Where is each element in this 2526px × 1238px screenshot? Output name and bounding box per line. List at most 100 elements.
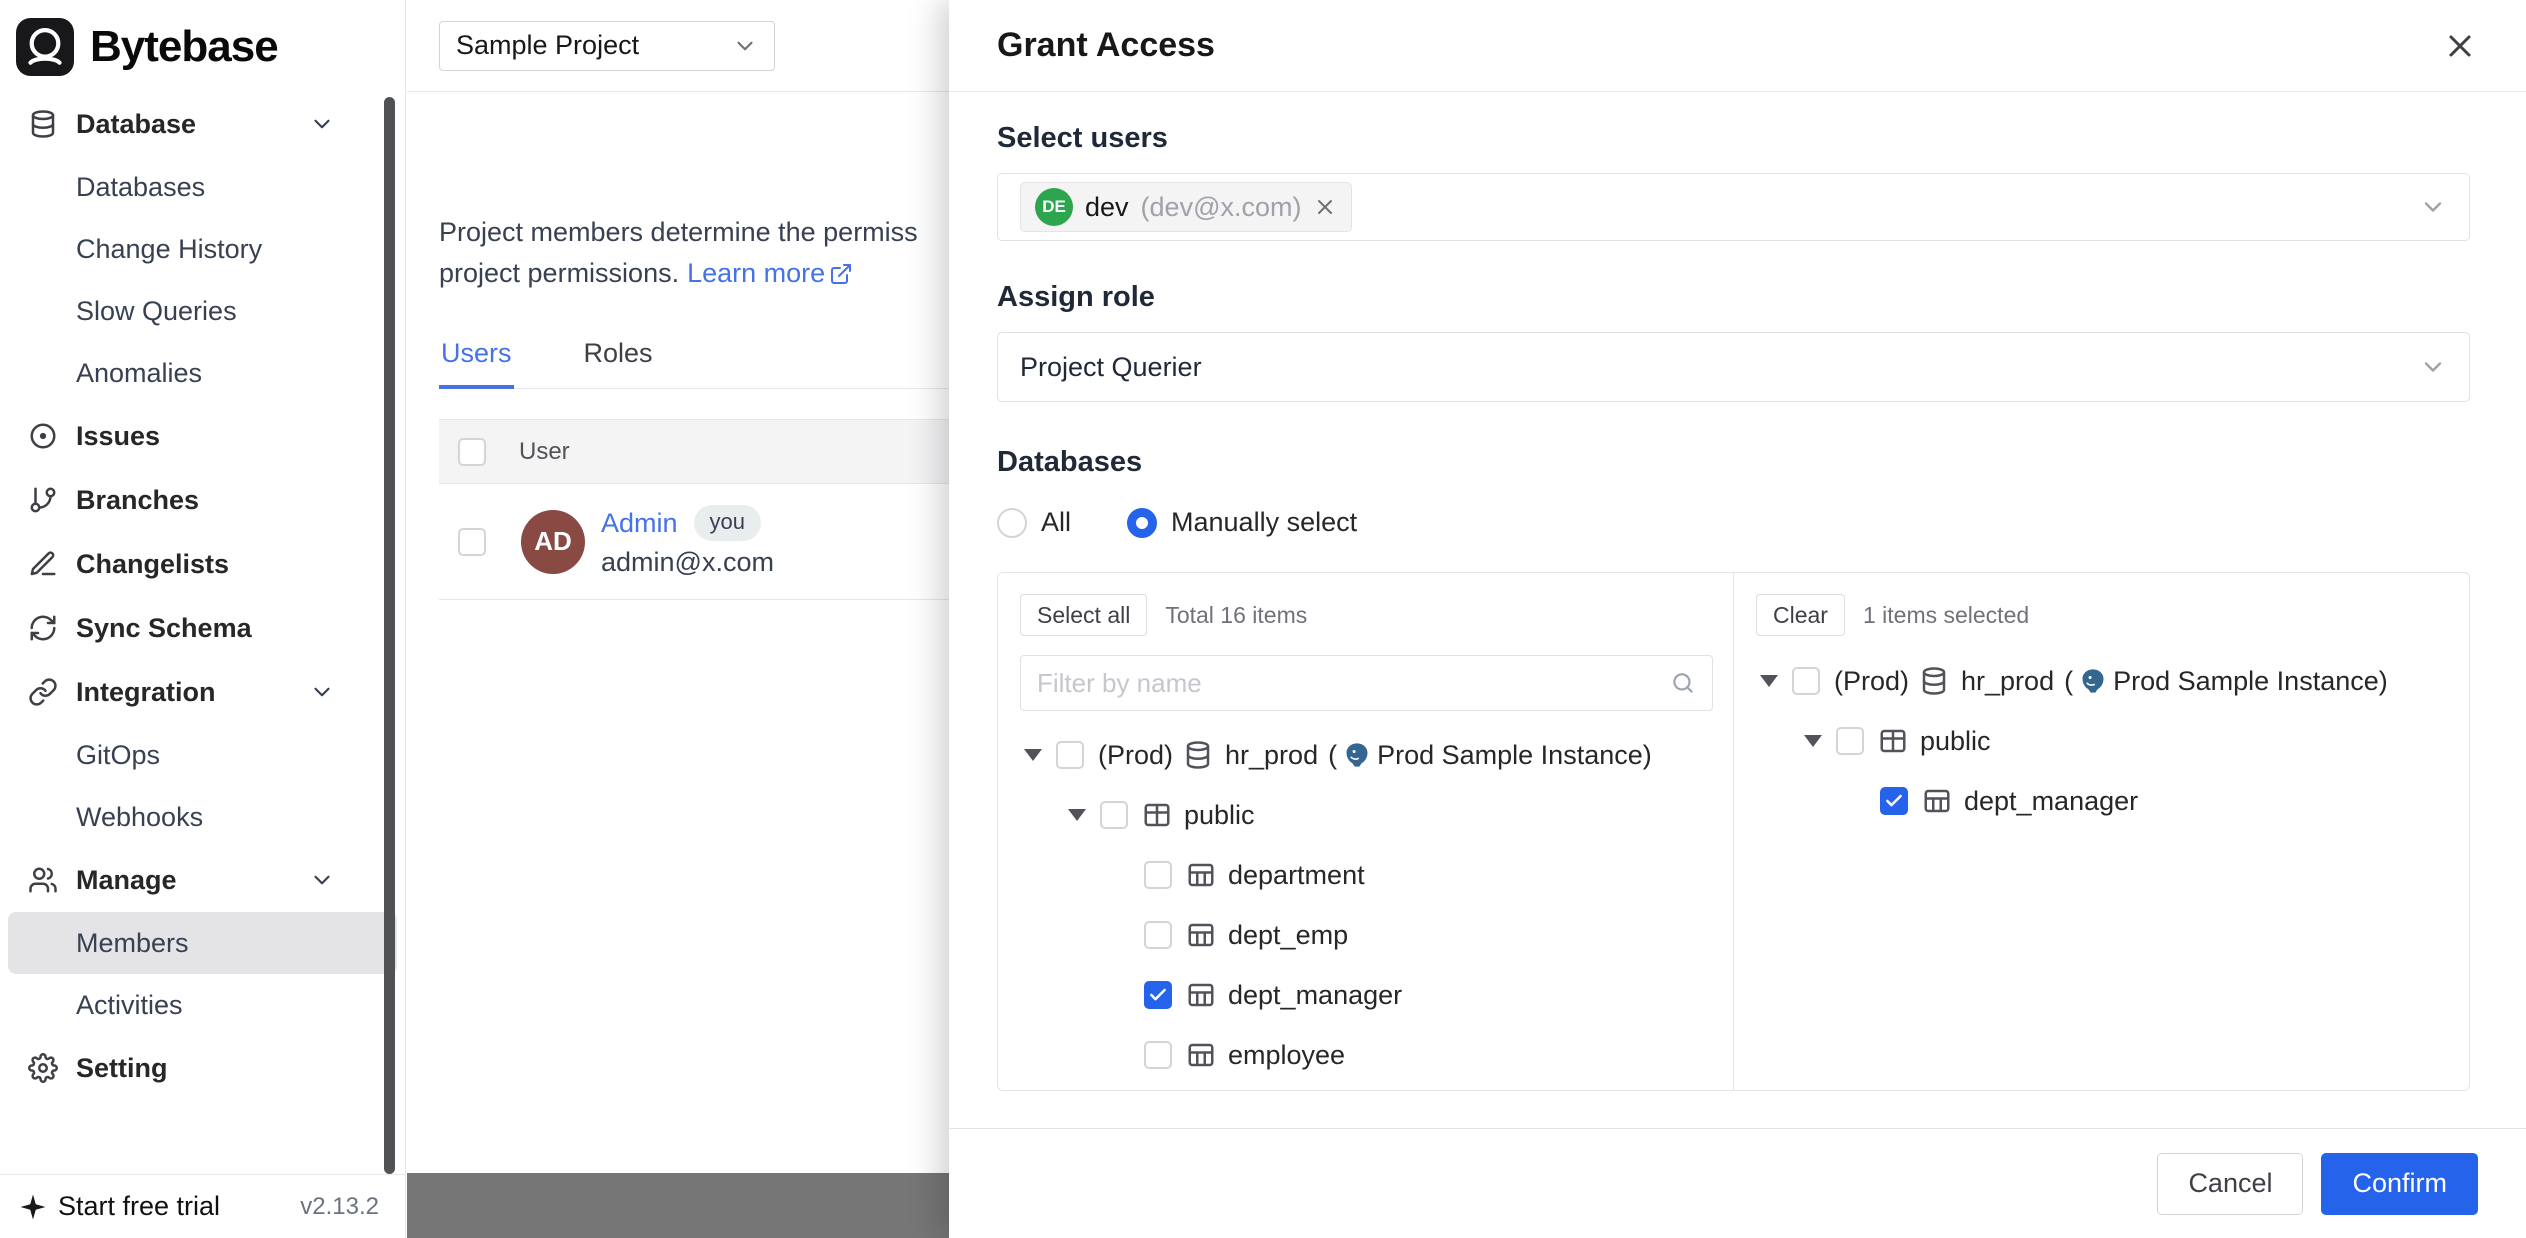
start-free-trial-button[interactable]: Start free trial	[18, 1191, 220, 1222]
sidebar-item-sync-schema[interactable]: Sync Schema	[8, 596, 397, 660]
sidebar-item-anomalies[interactable]: Anomalies	[8, 342, 397, 404]
checkbox[interactable]	[1144, 981, 1172, 1009]
table-name: department	[1228, 860, 1365, 891]
caret-down-icon[interactable]	[1020, 749, 1046, 761]
tree-row-table[interactable]: employee	[1020, 1025, 1733, 1085]
checkbox[interactable]	[1100, 801, 1128, 829]
sidebar-scrollbar[interactable]	[384, 97, 395, 1174]
sidebar-item-database[interactable]: Database	[8, 92, 397, 156]
table-icon	[1922, 786, 1952, 816]
tree-row-schema[interactable]: public	[1756, 711, 2469, 771]
tree-row-table[interactable]: dept_manager	[1020, 965, 1733, 1025]
sidebar-item-label: Change History	[76, 234, 262, 265]
project-selector[interactable]: Sample Project	[439, 21, 775, 71]
environment-label: (Prod)	[1098, 740, 1173, 771]
sidebar-item-webhooks[interactable]: Webhooks	[8, 786, 397, 848]
radio-all[interactable]: All	[997, 507, 1071, 538]
sidebar-item-issues[interactable]: Issues	[8, 404, 397, 468]
checkbox[interactable]	[1144, 1041, 1172, 1069]
trial-label: Start free trial	[58, 1191, 220, 1222]
source-tree: (Prod) hr_prod ( Prod Sample Instance)	[1020, 725, 1733, 1085]
checkbox[interactable]	[1792, 667, 1820, 695]
radio-dot	[997, 508, 1027, 538]
chevron-down-icon	[309, 867, 335, 893]
sidebar-item-branches[interactable]: Branches	[8, 468, 397, 532]
drawer-body: Select users DE dev (dev@x.com) Assign r…	[949, 92, 2526, 1128]
sidebar-item-setting[interactable]: Setting	[8, 1036, 397, 1100]
app-logo-text: Bytebase	[90, 22, 278, 72]
clear-button[interactable]: Clear	[1756, 594, 1845, 636]
tab-roles[interactable]: Roles	[582, 338, 655, 389]
sidebar-item-manage[interactable]: Manage	[8, 848, 397, 912]
chevron-down-icon	[309, 679, 335, 705]
sidebar-item-activities[interactable]: Activities	[8, 974, 397, 1036]
sidebar-item-gitops[interactable]: GitOps	[8, 724, 397, 786]
caret-down-icon[interactable]	[1064, 809, 1090, 821]
role-select[interactable]: Project Querier	[997, 332, 2470, 402]
checkbox[interactable]	[1880, 787, 1908, 815]
sidebar-item-label: Issues	[76, 421, 160, 452]
remove-user-icon[interactable]	[1313, 195, 1337, 219]
filter-input[interactable]	[1037, 668, 1670, 699]
tree-row-table[interactable]: dept_manager	[1756, 771, 2469, 831]
radio-manually-select[interactable]: Manually select	[1127, 507, 1357, 538]
caret-down-icon[interactable]	[1756, 675, 1782, 687]
table-name: employee	[1228, 1040, 1345, 1071]
caret-down-icon[interactable]	[1800, 735, 1826, 747]
selected-tree: (Prod) hr_prod ( Prod Sample Instance)	[1756, 651, 2469, 831]
checkbox[interactable]	[1056, 741, 1084, 769]
users-select[interactable]: DE dev (dev@x.com)	[997, 173, 2470, 241]
sidebar-item-label: GitOps	[76, 740, 160, 771]
select-all-checkbox[interactable]	[458, 438, 486, 466]
checkbox[interactable]	[1144, 921, 1172, 949]
row-checkbox[interactable]	[458, 528, 486, 556]
table-icon	[1186, 1040, 1216, 1070]
drawer-title: Grant Access	[997, 26, 1215, 65]
tree-row-table[interactable]: dept_emp	[1020, 905, 1733, 965]
database-name: hr_prod	[1225, 740, 1318, 771]
sidebar-item-databases[interactable]: Databases	[8, 156, 397, 218]
schema-icon	[1142, 800, 1172, 830]
member-email: admin@x.com	[601, 547, 774, 578]
checkbox[interactable]	[1836, 727, 1864, 755]
member-name-link[interactable]: Admin	[601, 508, 678, 539]
database-name: hr_prod	[1961, 666, 2054, 697]
sidebar-item-members[interactable]: Members	[8, 912, 397, 974]
sidebar-item-label: Database	[76, 109, 196, 140]
sidebar-item-changelists[interactable]: Changelists	[8, 532, 397, 596]
instance-label: ( Prod Sample Instance)	[1328, 740, 1652, 771]
learn-more-link[interactable]: Learn more	[687, 253, 853, 294]
member-identity: Admin you admin@x.com	[601, 505, 774, 578]
sidebar: Bytebase Database Databases Change Histo…	[0, 0, 406, 1238]
close-icon[interactable]	[2442, 28, 2478, 64]
tree-row-database[interactable]: (Prod) hr_prod ( Prod Sample Instance)	[1756, 651, 2469, 711]
learn-more-label: Learn more	[687, 253, 825, 294]
select-users-label: Select users	[997, 122, 2470, 155]
cancel-button[interactable]: Cancel	[2157, 1153, 2303, 1215]
sidebar-item-label: Sync Schema	[76, 613, 252, 644]
table-name: dept_manager	[1228, 980, 1402, 1011]
schema-name: public	[1920, 726, 1991, 757]
tree-row-database[interactable]: (Prod) hr_prod ( Prod Sample Instance)	[1020, 725, 1733, 785]
grant-access-drawer: Grant Access Select users DE dev (dev@x.…	[949, 0, 2526, 1238]
sidebar-item-integration[interactable]: Integration	[8, 660, 397, 724]
sidebar-item-label: Databases	[76, 172, 205, 203]
app-logo[interactable]: Bytebase	[0, 0, 405, 88]
chevron-down-icon	[309, 111, 335, 137]
tab-users[interactable]: Users	[439, 338, 514, 389]
integration-icon	[28, 677, 58, 707]
you-badge: you	[694, 505, 761, 541]
external-link-icon	[829, 262, 853, 286]
sidebar-footer: Start free trial v2.13.2	[0, 1174, 405, 1238]
sidebar-item-label: Setting	[76, 1053, 168, 1084]
sidebar-item-change-history[interactable]: Change History	[8, 218, 397, 280]
sidebar-item-label: Slow Queries	[76, 296, 237, 327]
checkbox[interactable]	[1144, 861, 1172, 889]
description-line2: project permissions.	[439, 258, 679, 288]
sidebar-item-slow-queries[interactable]: Slow Queries	[8, 280, 397, 342]
select-all-button[interactable]: Select all	[1020, 594, 1147, 636]
tree-row-table[interactable]: department	[1020, 845, 1733, 905]
tree-row-schema[interactable]: public	[1020, 785, 1733, 845]
manage-users-icon	[28, 865, 58, 895]
confirm-button[interactable]: Confirm	[2321, 1153, 2478, 1215]
